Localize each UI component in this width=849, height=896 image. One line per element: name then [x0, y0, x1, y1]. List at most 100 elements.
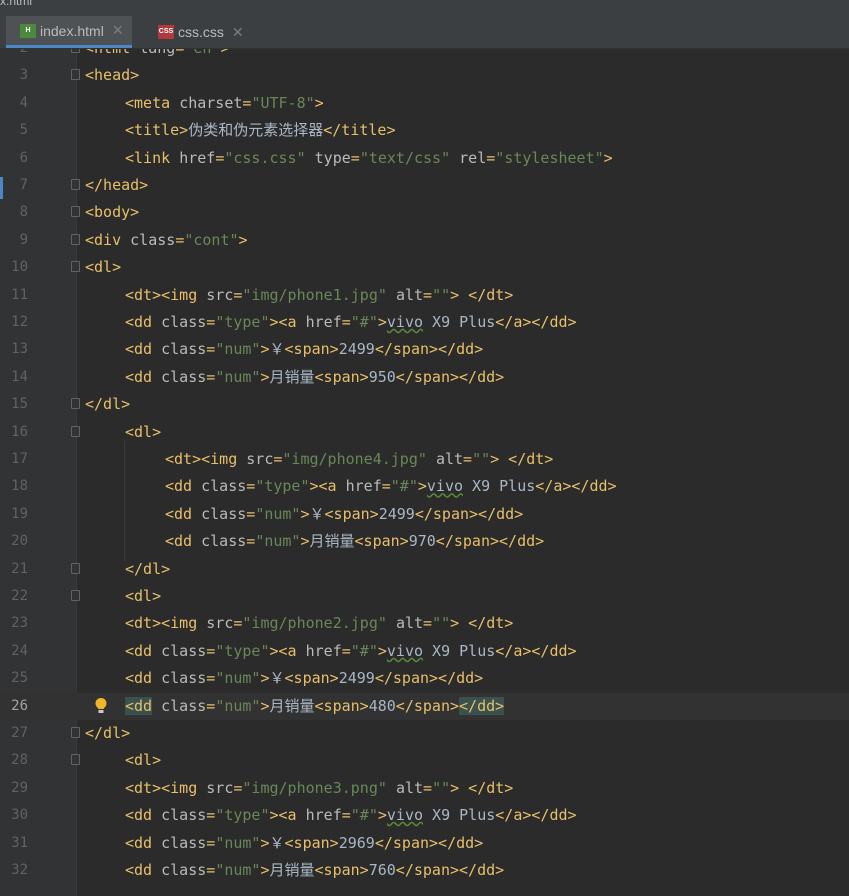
line-number: 3: [19, 67, 28, 84]
code-text[interactable]: <dl>: [125, 747, 161, 774]
code-text[interactable]: </dl>: [85, 391, 130, 418]
fold-marker-icon[interactable]: [71, 206, 80, 218]
code-line[interactable]: 7 </head>: [0, 172, 849, 199]
code-line[interactable]: 28 <dl>: [0, 747, 849, 774]
code-line[interactable]: 22 <dl>: [0, 583, 849, 610]
code-line[interactable]: 30 <dd class="type"><a href="#">vivo X9 P…: [0, 802, 849, 829]
code-line[interactable]: 13 <dd class="num">￥<span>2499</span></dd…: [0, 336, 849, 363]
code-line[interactable]: 17 <dt><img src="img/phone4.jpg" alt=""> …: [0, 446, 849, 473]
line-number: 20: [11, 533, 28, 550]
code-line[interactable]: 5 <title>伪类和伪元素选择器</title>: [0, 117, 849, 144]
code-text[interactable]: <link href="css.css" type="text/css" rel…: [125, 145, 613, 172]
code-token: <dd: [125, 367, 162, 386]
code-token: class: [161, 367, 207, 386]
code-text[interactable]: <dt><img src="img/phone1.jpg" alt=""> </…: [125, 282, 513, 309]
code-line[interactable]: 10 <dl>: [0, 254, 849, 281]
code-line[interactable]: 12 <dd class="type"><a href="#">vivo X9 P…: [0, 309, 849, 336]
code-line[interactable]: 32 <dd class="num">月销量<span>760</span></d…: [0, 857, 849, 884]
line-number: 5: [19, 122, 28, 139]
code-token: "img/phone2.jpg": [242, 614, 387, 633]
code-line[interactable]: 19 <dd class="num">￥<span>2499</span></dd…: [0, 501, 849, 528]
fold-marker-icon[interactable]: [71, 754, 80, 766]
code-text[interactable]: <dl>: [85, 254, 121, 281]
code-line[interactable]: 4 <meta charset="UTF-8">: [0, 90, 849, 117]
code-line[interactable]: 20 <dd class="num">月销量<span>970</span></d…: [0, 528, 849, 555]
code-line[interactable]: 8 <body>: [0, 199, 849, 226]
code-line[interactable]: 18 <dd class="type"><a href="#">vivo X9 P…: [0, 473, 849, 500]
code-text[interactable]: <div class="cont">: [85, 227, 248, 254]
fold-marker-icon[interactable]: [71, 398, 80, 410]
close-icon[interactable]: ✕: [232, 24, 244, 41]
code-token: X9 Plus: [463, 477, 536, 496]
line-number: 24: [11, 642, 28, 659]
code-editor[interactable]: 2<html lang="en"> 3 <head>4<meta charset="…: [0, 49, 849, 896]
fold-marker-icon[interactable]: [71, 425, 80, 437]
code-text[interactable]: <dd class="num">月销量<span>480</span></dd>: [125, 693, 505, 720]
lightbulb-icon[interactable]: [94, 695, 108, 717]
code-text[interactable]: <html lang="en">: [85, 49, 230, 62]
code-line[interactable]: 3 <head>: [0, 62, 849, 89]
editor-tab-bar: H index.html ✕ CSS css.css ✕: [0, 16, 849, 49]
code-text[interactable]: <head>: [85, 62, 139, 89]
code-text[interactable]: <dd class="num">月销量<span>970</span></dd>: [165, 528, 544, 555]
code-text[interactable]: <dl>: [125, 419, 161, 446]
fold-marker-icon[interactable]: [71, 261, 80, 273]
code-text[interactable]: <dt><img src="img/phone2.jpg" alt=""> </…: [125, 610, 513, 637]
tab-css-css[interactable]: CSS css.css ✕: [144, 16, 252, 48]
code-text[interactable]: <dt><img src="img/phone3.png" alt=""> </…: [125, 775, 513, 802]
code-line[interactable]: 27 </dl>: [0, 720, 849, 747]
code-line[interactable]: 11 <dt><img src="img/phone1.jpg" alt=""> …: [0, 282, 849, 309]
fold-marker-icon[interactable]: [71, 233, 80, 245]
code-text[interactable]: <dl>: [125, 583, 161, 610]
code-line[interactable]: 29 <dt><img src="img/phone3.png" alt=""> …: [0, 775, 849, 802]
fold-marker-icon[interactable]: [71, 727, 80, 738]
tab-label: index.html: [40, 22, 104, 39]
code-text[interactable]: <dd class="type"><a href="#">vivo X9 Plu…: [125, 638, 577, 665]
code-text[interactable]: <dt><img src="img/phone4.jpg" alt=""> </…: [165, 446, 553, 473]
code-text[interactable]: <dd class="num">月销量<span>760</span></dd>: [125, 857, 504, 884]
code-line[interactable]: 25 <dd class="num">￥<span>2499</span></dd…: [0, 665, 849, 692]
code-line[interactable]: 14 <dd class="num">月销量<span>950</span></d…: [0, 364, 849, 391]
code-text[interactable]: <dd class="num">￥<span>2499</span></dd>: [125, 336, 483, 363]
line-number: 27: [11, 725, 28, 741]
code-line[interactable]: 16 <dl>: [0, 419, 849, 446]
code-text[interactable]: <body>: [85, 199, 139, 226]
code-line[interactable]: 21 </dl>: [0, 556, 849, 583]
tab-index-html[interactable]: H index.html ✕: [6, 16, 132, 48]
code-line[interactable]: 23 <dt><img src="img/phone2.jpg" alt=""> …: [0, 610, 849, 637]
fold-marker-icon[interactable]: [71, 562, 80, 574]
code-text[interactable]: <dd class="num">￥<span>2499</span></dd>: [125, 665, 483, 692]
code-token: X9 Plus: [423, 806, 496, 825]
html-file-icon: H: [20, 23, 36, 38]
close-icon[interactable]: ✕: [112, 22, 124, 39]
code-line[interactable]: 2 <html lang="en">: [0, 49, 849, 62]
code-text[interactable]: </head>: [85, 172, 148, 199]
code-text[interactable]: </dl>: [85, 720, 130, 747]
code-text[interactable]: <dd class="num">月销量<span>950</span></dd>: [125, 364, 504, 391]
code-token: <dt><img: [165, 450, 247, 468]
code-text[interactable]: <meta charset="UTF-8">: [125, 90, 324, 117]
code-line[interactable]: 24 <dd class="type"><a href="#">vivo X9 P…: [0, 638, 849, 665]
code-text[interactable]: <title>伪类和伪元素选择器</title>: [125, 117, 395, 144]
code-token: >: [260, 696, 270, 715]
code-line[interactable]: 6 <link href="css.css" type="text/css" re…: [0, 145, 849, 172]
fold-marker-icon[interactable]: [71, 69, 80, 81]
code-line[interactable]: 26 <dd class="num">月销量<span>480</span></d…: [0, 692, 849, 720]
fold-marker-icon[interactable]: [71, 590, 80, 601]
code-line[interactable]: 31 <dd class="num">￥<span>2969</span></dd…: [0, 830, 849, 857]
fold-marker-icon[interactable]: [71, 179, 80, 190]
code-text[interactable]: </dl>: [125, 556, 170, 583]
code-token: class: [201, 532, 247, 551]
code-text[interactable]: <dd class="num">￥<span>2499</span></dd>: [165, 501, 523, 528]
code-text[interactable]: <dd class="type"><a href="#">vivo X9 Plu…: [165, 473, 617, 500]
code-token: <dd: [125, 669, 162, 688]
code-text[interactable]: <dd class="num">￥<span>2969</span></dd>: [125, 830, 483, 857]
code-token: "css.css": [224, 148, 306, 167]
fold-marker-icon[interactable]: [71, 49, 80, 53]
code-line[interactable]: 15 </dl>: [0, 391, 849, 418]
code-text[interactable]: <dd class="type"><a href="#">vivo X9 Plu…: [125, 309, 577, 336]
code-token: 月销量: [269, 861, 315, 879]
code-line[interactable]: 9 <div class="cont">: [0, 227, 849, 254]
code-token: ￥: [269, 833, 285, 852]
code-text[interactable]: <dd class="type"><a href="#">vivo X9 Plu…: [125, 802, 577, 829]
